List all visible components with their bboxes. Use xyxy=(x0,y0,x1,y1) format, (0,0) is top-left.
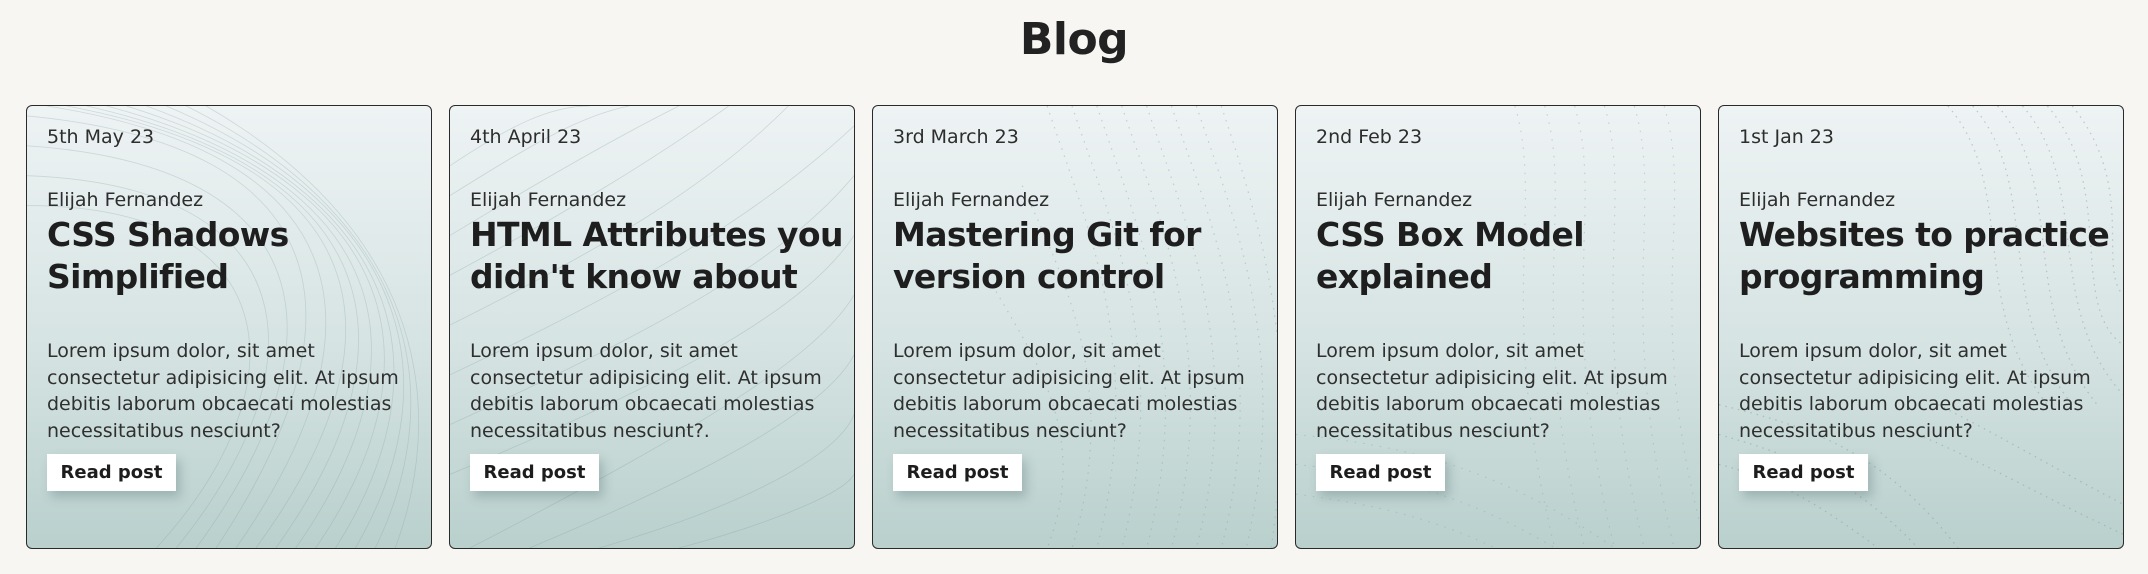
post-card: 1st Jan 23 Elijah Fernandez Websites to … xyxy=(1718,105,2124,549)
post-excerpt: Lorem ipsum dolor, sit amet consectetur … xyxy=(1316,340,1668,442)
post-title: Mastering Git for version control xyxy=(893,215,1201,296)
post-author: Elijah Fernandez xyxy=(1316,189,1473,211)
post-title: HTML Attributes you didn't know about xyxy=(470,215,843,296)
post-card: 4th April 23 Elijah Fernandez HTML Attri… xyxy=(449,105,855,549)
post-author: Elijah Fernandez xyxy=(893,189,1050,211)
post-title: CSS Box Model explained xyxy=(1316,215,1585,296)
post-date: 4th April 23 xyxy=(470,126,582,148)
post-excerpt: Lorem ipsum dolor, sit amet consectetur … xyxy=(470,340,822,442)
post-date: 5th May 23 xyxy=(47,126,155,148)
post-author: Elijah Fernandez xyxy=(1739,189,1896,211)
post-author: Elijah Fernandez xyxy=(47,189,204,211)
post-date: 1st Jan 23 xyxy=(1739,126,1834,148)
blog-page: Blog 5th May 23 Elijah Fernandez CSS Sha… xyxy=(0,0,2148,574)
post-excerpt: Lorem ipsum dolor, sit amet consectetur … xyxy=(47,340,399,442)
post-card: 3rd March 23 Elijah Fernandez Mastering … xyxy=(872,105,1278,549)
read-post-button[interactable]: Read post xyxy=(893,454,1022,491)
post-title: CSS Shadows Simplified xyxy=(47,215,289,296)
post-date: 2nd Feb 23 xyxy=(1316,126,1423,148)
read-post-button[interactable]: Read post xyxy=(1739,454,1868,491)
page-title: Blog xyxy=(1019,14,1129,65)
post-author: Elijah Fernandez xyxy=(470,189,627,211)
post-excerpt: Lorem ipsum dolor, sit amet consectetur … xyxy=(1739,340,2091,442)
post-card: 5th May 23 Elijah Fernandez CSS Shadows … xyxy=(26,105,432,549)
post-title: Websites to practice programming xyxy=(1739,215,2110,296)
post-card-list: 5th May 23 Elijah Fernandez CSS Shadows … xyxy=(26,105,2124,549)
read-post-button[interactable]: Read post xyxy=(470,454,599,491)
post-card: 2nd Feb 23 Elijah Fernandez CSS Box Mode… xyxy=(1295,105,1701,549)
read-post-button[interactable]: Read post xyxy=(1316,454,1445,491)
read-post-button[interactable]: Read post xyxy=(47,454,176,491)
post-excerpt: Lorem ipsum dolor, sit amet consectetur … xyxy=(893,340,1245,442)
post-date: 3rd March 23 xyxy=(893,126,1019,148)
